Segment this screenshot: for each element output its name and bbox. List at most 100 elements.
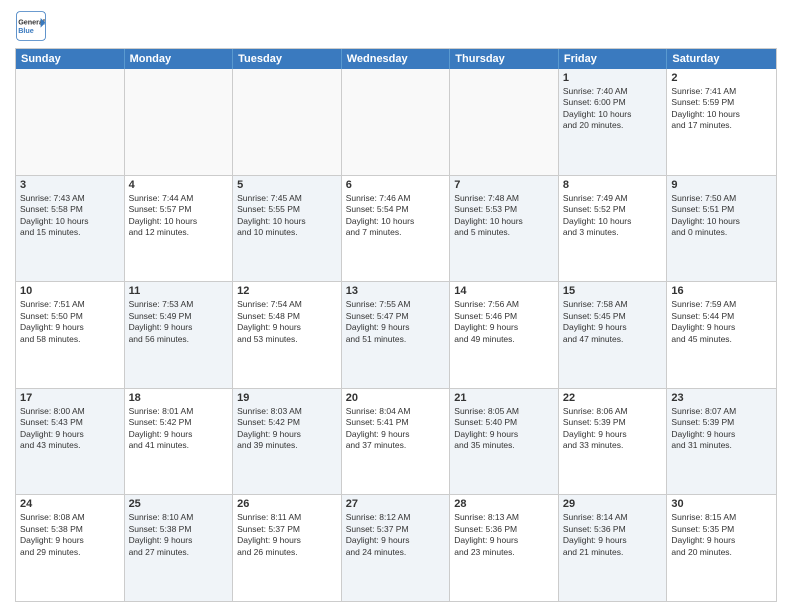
day-cell: 20 Sunrise: 8:04 AM Sunset: 5:41 PM Dayli… (342, 389, 451, 495)
day-cell: 23 Sunrise: 8:07 AM Sunset: 5:39 PM Dayli… (667, 389, 776, 495)
day-number: 8 (563, 179, 663, 191)
day-info: Sunrise: 7:49 AM Sunset: 5:52 PM Dayligh… (563, 193, 663, 239)
day-info: Sunrise: 7:43 AM Sunset: 5:58 PM Dayligh… (20, 193, 120, 239)
week-row: 24 Sunrise: 8:08 AM Sunset: 5:38 PM Dayli… (16, 494, 776, 601)
day-cell: 30 Sunrise: 8:15 AM Sunset: 5:35 PM Dayli… (667, 495, 776, 601)
day-number: 14 (454, 285, 554, 297)
day-cell (16, 69, 125, 175)
day-number: 4 (129, 179, 229, 191)
day-info: Sunrise: 7:51 AM Sunset: 5:50 PM Dayligh… (20, 299, 120, 345)
day-number: 11 (129, 285, 229, 297)
day-info: Sunrise: 7:55 AM Sunset: 5:47 PM Dayligh… (346, 299, 446, 345)
day-cell: 9 Sunrise: 7:50 AM Sunset: 5:51 PM Daylig… (667, 176, 776, 282)
day-cell: 26 Sunrise: 8:11 AM Sunset: 5:37 PM Dayli… (233, 495, 342, 601)
day-cell: 4 Sunrise: 7:44 AM Sunset: 5:57 PM Daylig… (125, 176, 234, 282)
day-cell: 28 Sunrise: 8:13 AM Sunset: 5:36 PM Dayli… (450, 495, 559, 601)
day-cell: 19 Sunrise: 8:03 AM Sunset: 5:42 PM Dayli… (233, 389, 342, 495)
day-cell: 22 Sunrise: 8:06 AM Sunset: 5:39 PM Dayli… (559, 389, 668, 495)
day-info: Sunrise: 7:46 AM Sunset: 5:54 PM Dayligh… (346, 193, 446, 239)
day-cell: 16Sunrise: 7:59 AM Sunset: 5:44 PM Dayli… (667, 282, 776, 388)
day-cell (233, 69, 342, 175)
day-cell: 3 Sunrise: 7:43 AM Sunset: 5:58 PM Daylig… (16, 176, 125, 282)
day-info: Sunrise: 7:40 AM Sunset: 6:00 PM Dayligh… (563, 86, 663, 132)
logo: General Blue (15, 10, 47, 42)
header: General Blue (15, 10, 777, 42)
day-info: Sunrise: 7:53 AM Sunset: 5:49 PM Dayligh… (129, 299, 229, 345)
day-number: 29 (563, 498, 663, 510)
day-number: 22 (563, 392, 663, 404)
day-number: 16 (671, 285, 772, 297)
day-info: Sunrise: 8:05 AM Sunset: 5:40 PM Dayligh… (454, 406, 554, 452)
day-number: 23 (671, 392, 772, 404)
day-number: 1 (563, 72, 663, 84)
day-cell: 5 Sunrise: 7:45 AM Sunset: 5:55 PM Daylig… (233, 176, 342, 282)
weekday-header: Saturday (667, 49, 776, 69)
day-cell: 11 Sunrise: 7:53 AM Sunset: 5:49 PM Dayli… (125, 282, 234, 388)
day-number: 15 (563, 285, 663, 297)
weekday-header: Friday (559, 49, 668, 69)
svg-text:Blue: Blue (18, 26, 34, 35)
day-number: 30 (671, 498, 772, 510)
week-row: 3 Sunrise: 7:43 AM Sunset: 5:58 PM Daylig… (16, 175, 776, 282)
week-row: 17 Sunrise: 8:00 AM Sunset: 5:43 PM Dayli… (16, 388, 776, 495)
day-number: 2 (671, 72, 772, 84)
day-info: Sunrise: 7:58 AM Sunset: 5:45 PM Dayligh… (563, 299, 663, 345)
day-info: Sunrise: 8:11 AM Sunset: 5:37 PM Dayligh… (237, 512, 337, 558)
day-info: Sunrise: 8:00 AM Sunset: 5:43 PM Dayligh… (20, 406, 120, 452)
day-info: Sunrise: 7:48 AM Sunset: 5:53 PM Dayligh… (454, 193, 554, 239)
day-number: 9 (671, 179, 772, 191)
day-cell: 24 Sunrise: 8:08 AM Sunset: 5:38 PM Dayli… (16, 495, 125, 601)
day-number: 3 (20, 179, 120, 191)
day-cell: 17 Sunrise: 8:00 AM Sunset: 5:43 PM Dayli… (16, 389, 125, 495)
day-number: 28 (454, 498, 554, 510)
day-cell: 6Sunrise: 7:46 AM Sunset: 5:54 PM Daylig… (342, 176, 451, 282)
day-cell: 14 Sunrise: 7:56 AM Sunset: 5:46 PM Dayli… (450, 282, 559, 388)
day-info: Sunrise: 7:56 AM Sunset: 5:46 PM Dayligh… (454, 299, 554, 345)
day-number: 7 (454, 179, 554, 191)
day-cell: 2Sunrise: 7:41 AM Sunset: 5:59 PM Daylig… (667, 69, 776, 175)
day-number: 26 (237, 498, 337, 510)
week-row: 1 Sunrise: 7:40 AM Sunset: 6:00 PM Daylig… (16, 69, 776, 175)
day-number: 20 (346, 392, 446, 404)
day-number: 18 (129, 392, 229, 404)
day-cell: 15 Sunrise: 7:58 AM Sunset: 5:45 PM Dayli… (559, 282, 668, 388)
day-cell (450, 69, 559, 175)
day-number: 19 (237, 392, 337, 404)
day-info: Sunrise: 7:45 AM Sunset: 5:55 PM Dayligh… (237, 193, 337, 239)
day-info: Sunrise: 7:50 AM Sunset: 5:51 PM Dayligh… (671, 193, 772, 239)
day-info: Sunrise: 7:44 AM Sunset: 5:57 PM Dayligh… (129, 193, 229, 239)
day-info: Sunrise: 8:03 AM Sunset: 5:42 PM Dayligh… (237, 406, 337, 452)
day-number: 10 (20, 285, 120, 297)
day-number: 5 (237, 179, 337, 191)
day-info: Sunrise: 8:10 AM Sunset: 5:38 PM Dayligh… (129, 512, 229, 558)
day-cell: 1 Sunrise: 7:40 AM Sunset: 6:00 PM Daylig… (559, 69, 668, 175)
weekday-header: Sunday (16, 49, 125, 69)
calendar-body: 1 Sunrise: 7:40 AM Sunset: 6:00 PM Daylig… (16, 69, 776, 601)
calendar: SundayMondayTuesdayWednesdayThursdayFrid… (15, 48, 777, 602)
day-cell: 21 Sunrise: 8:05 AM Sunset: 5:40 PM Dayli… (450, 389, 559, 495)
day-info: Sunrise: 8:08 AM Sunset: 5:38 PM Dayligh… (20, 512, 120, 558)
day-info: Sunrise: 8:07 AM Sunset: 5:39 PM Dayligh… (671, 406, 772, 452)
weekday-header: Wednesday (342, 49, 451, 69)
day-cell (125, 69, 234, 175)
day-info: Sunrise: 8:01 AM Sunset: 5:42 PM Dayligh… (129, 406, 229, 452)
week-row: 10 Sunrise: 7:51 AM Sunset: 5:50 PM Dayli… (16, 281, 776, 388)
day-number: 25 (129, 498, 229, 510)
day-number: 24 (20, 498, 120, 510)
day-number: 21 (454, 392, 554, 404)
day-cell: 29Sunrise: 8:14 AM Sunset: 5:36 PM Dayli… (559, 495, 668, 601)
day-cell (342, 69, 451, 175)
day-info: Sunrise: 8:06 AM Sunset: 5:39 PM Dayligh… (563, 406, 663, 452)
weekday-header: Monday (125, 49, 234, 69)
day-info: Sunrise: 8:04 AM Sunset: 5:41 PM Dayligh… (346, 406, 446, 452)
day-info: Sunrise: 7:54 AM Sunset: 5:48 PM Dayligh… (237, 299, 337, 345)
day-number: 12 (237, 285, 337, 297)
day-cell: 13Sunrise: 7:55 AM Sunset: 5:47 PM Dayli… (342, 282, 451, 388)
day-info: Sunrise: 8:15 AM Sunset: 5:35 PM Dayligh… (671, 512, 772, 558)
calendar-header: SundayMondayTuesdayWednesdayThursdayFrid… (16, 49, 776, 69)
day-cell: 25 Sunrise: 8:10 AM Sunset: 5:38 PM Dayli… (125, 495, 234, 601)
day-info: Sunrise: 8:12 AM Sunset: 5:37 PM Dayligh… (346, 512, 446, 558)
logo-icon: General Blue (15, 10, 47, 42)
day-info: Sunrise: 8:13 AM Sunset: 5:36 PM Dayligh… (454, 512, 554, 558)
day-number: 17 (20, 392, 120, 404)
